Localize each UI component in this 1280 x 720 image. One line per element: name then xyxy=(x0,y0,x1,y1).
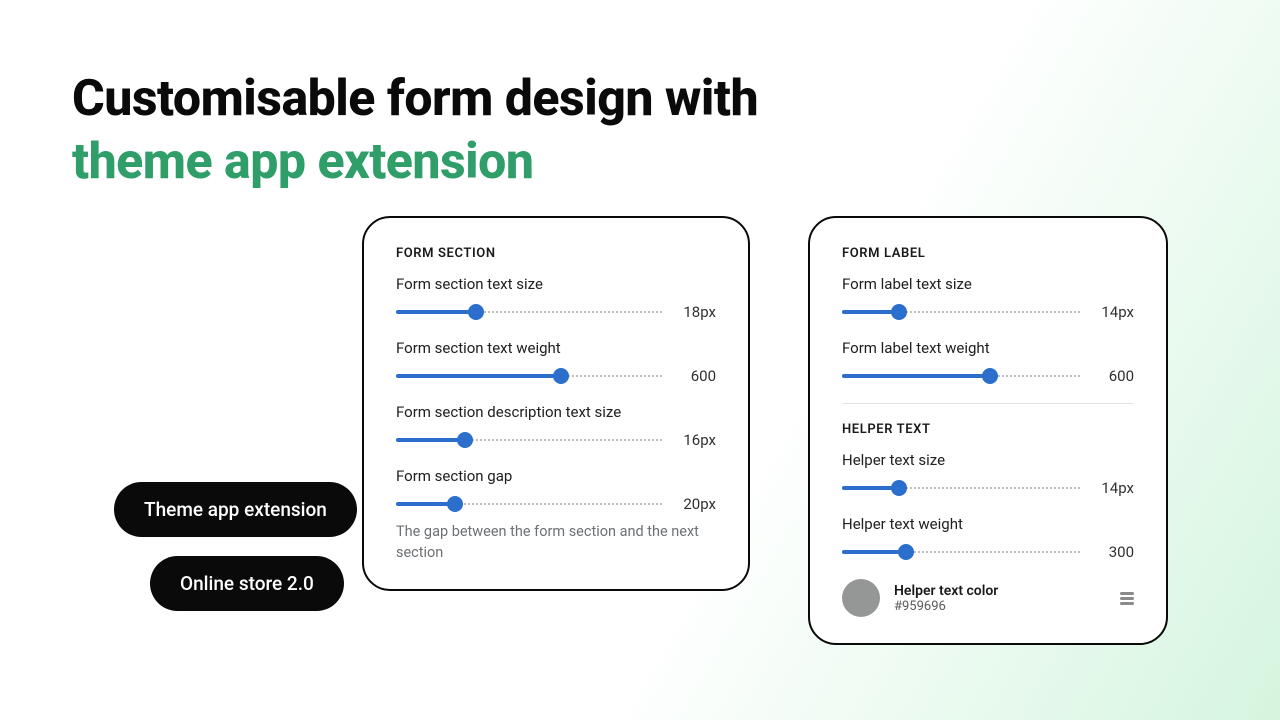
slider-value: 20px xyxy=(674,495,716,513)
slider-form-label-text-size[interactable] xyxy=(842,305,1080,319)
slider-value: 600 xyxy=(1092,367,1134,385)
slider-value: 14px xyxy=(1092,479,1134,497)
control-form-section-text-weight: Form section text weight 600 xyxy=(396,339,716,385)
color-swatch xyxy=(842,579,880,617)
control-label: Helper text size xyxy=(842,451,1134,469)
slider-value: 600 xyxy=(674,367,716,385)
headline-line2: theme app extension xyxy=(72,131,758,194)
panel-form-section: FORM SECTION Form section text size 18px… xyxy=(362,216,750,591)
control-description: The gap between the form section and the… xyxy=(396,521,716,563)
color-hex: #959696 xyxy=(894,599,1106,614)
slider-value: 300 xyxy=(1092,543,1134,561)
pill-theme-app-extension: Theme app extension xyxy=(114,482,357,537)
control-label: Form section gap xyxy=(396,467,716,485)
control-form-section-desc-text-size: Form section description text size 16px xyxy=(396,403,716,449)
control-form-label-text-size: Form label text size 14px xyxy=(842,275,1134,321)
control-label: Form section text weight xyxy=(396,339,716,357)
database-icon[interactable] xyxy=(1120,592,1134,605)
slider-form-label-text-weight[interactable] xyxy=(842,369,1080,383)
control-label: Form label text weight xyxy=(842,339,1134,357)
control-form-section-text-size: Form section text size 18px xyxy=(396,275,716,321)
control-label: Form label text size xyxy=(842,275,1134,293)
slider-value: 18px xyxy=(674,303,716,321)
slider-helper-text-size[interactable] xyxy=(842,481,1080,495)
slider-value: 14px xyxy=(1092,303,1134,321)
pill-online-store: Online store 2.0 xyxy=(150,556,344,611)
headline-line1: Customisable form design with xyxy=(72,68,758,131)
section-title-form-section: FORM SECTION xyxy=(396,246,716,261)
slider-form-section-text-weight[interactable] xyxy=(396,369,662,383)
slider-form-section-desc-text-size[interactable] xyxy=(396,433,662,447)
headline: Customisable form design with theme app … xyxy=(72,68,758,193)
control-label: Form section description text size xyxy=(396,403,716,421)
control-helper-text-size: Helper text size 14px xyxy=(842,451,1134,497)
control-label: Helper text weight xyxy=(842,515,1134,533)
slider-form-section-text-size[interactable] xyxy=(396,305,662,319)
color-picker-helper-text[interactable]: Helper text color #959696 xyxy=(842,579,1134,617)
section-title-form-label: FORM LABEL xyxy=(842,246,1134,261)
section-title-helper-text: HELPER TEXT xyxy=(842,422,1134,437)
control-helper-text-weight: Helper text weight 300 xyxy=(842,515,1134,561)
control-form-label-text-weight: Form label text weight 600 xyxy=(842,339,1134,385)
divider xyxy=(842,403,1134,404)
control-label: Form section text size xyxy=(396,275,716,293)
panel-form-label-helper: FORM LABEL Form label text size 14px For… xyxy=(808,216,1168,645)
slider-value: 16px xyxy=(674,431,716,449)
slider-helper-text-weight[interactable] xyxy=(842,545,1080,559)
slider-form-section-gap[interactable] xyxy=(396,497,662,511)
control-form-section-gap: Form section gap 20px The gap between th… xyxy=(396,467,716,563)
color-label: Helper text color xyxy=(894,583,1106,599)
